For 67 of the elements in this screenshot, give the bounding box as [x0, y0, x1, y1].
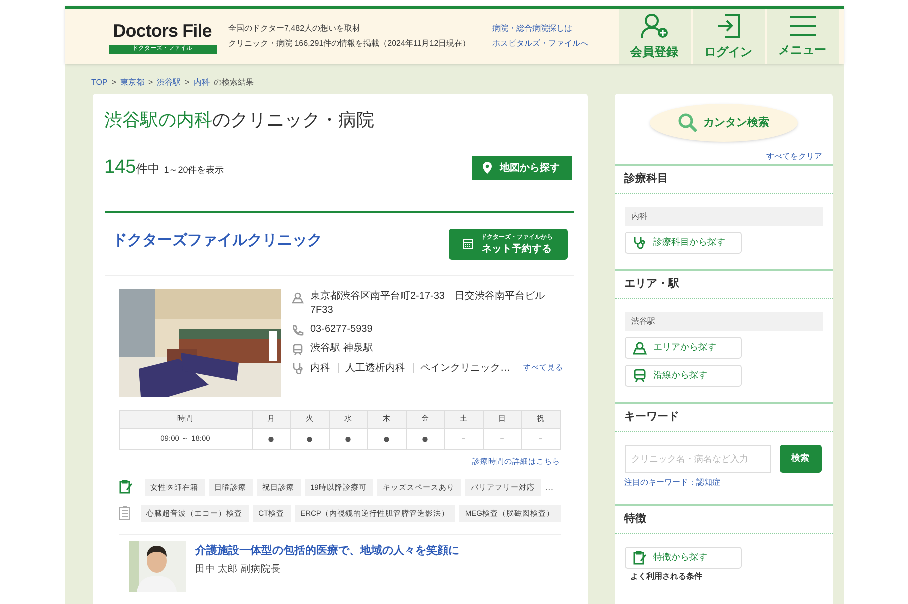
stethoscope-icon [292, 362, 304, 374]
keyword-field[interactable]: クリニック名・病名など入力 [624, 445, 770, 473]
breadcrumb-separator: > [185, 76, 190, 88]
section-title: 診療科目 [624, 172, 668, 188]
train-icon [632, 369, 646, 383]
selected-value-field[interactable]: 渋谷駅 [624, 312, 822, 331]
schedule-cell: ● [252, 428, 290, 449]
section-title: 特徴 [624, 512, 646, 528]
search-by-button[interactable]: 特徴から探す [624, 547, 742, 569]
count-unit: 件中 [136, 161, 160, 178]
breadcrumb-link[interactable]: TOP [92, 76, 108, 88]
clipboard-icon [632, 551, 646, 565]
clinic-info-text: 03-6277-5939 [310, 322, 374, 336]
map-search-button[interactable]: 地図から探す [472, 156, 572, 180]
section-title: エリア・駅 [624, 277, 680, 292]
nav-button[interactable]: 会員登録 [618, 9, 690, 64]
search-button[interactable]: 検索 [780, 445, 822, 473]
schedule-cell: ● [406, 428, 444, 449]
search-icon [678, 113, 698, 133]
common-conditions-label: よく利用される条件 [630, 572, 704, 582]
checklist-icon [118, 506, 130, 520]
schedule-cell: ● [329, 428, 368, 449]
clipboard-icon [118, 480, 132, 494]
section-title: キーワード [624, 410, 680, 426]
department-text: 人工透析内科 [346, 362, 406, 376]
stethoscope-icon [632, 236, 646, 250]
search-by-button[interactable]: 診療科目から探す [624, 232, 742, 254]
doctor-name: 田中 太郎 副病院長 [196, 563, 282, 578]
breadcrumb-link[interactable]: 内科 [194, 76, 210, 88]
breadcrumb-separator: > [148, 76, 154, 88]
reserve-label: ネット予約する [482, 244, 552, 255]
clinic-info-text: 東京都渋谷区南平台町2-17-33 日交渋谷南平台ビル7F33 [310, 290, 546, 318]
department-text: 内科 [310, 362, 330, 376]
hospital-link[interactable]: ホスピタルズ・ファイルへ [492, 38, 618, 50]
nav-button[interactable]: ログイン [692, 9, 764, 64]
search-by-button[interactable]: エリアから探す [624, 337, 742, 359]
quick-search-title: カンタン検索 [704, 116, 770, 131]
breadcrumb-link[interactable]: 渋谷駅 [157, 76, 182, 88]
interview-headline-link[interactable]: 介護施設一体型の包括的医療で、地域の人々を笑顔に [196, 542, 460, 560]
breadcrumb-link[interactable]: 東京都 [120, 76, 144, 88]
calendar-icon [463, 239, 473, 249]
hospital-link[interactable]: 病院・総合病院探しは [492, 23, 618, 35]
selected-value-field[interactable]: 内科 [624, 207, 822, 226]
tagline-text: クリニック・病院 166,291件の情報を掲載（2024年11月12日現在） [228, 38, 472, 50]
clinic-info-text: 渋谷駅 神泉駅 [310, 342, 374, 356]
schedule-cell: ● [368, 428, 406, 449]
breadcrumb-current: の検索結果 [214, 76, 254, 88]
schedule-cell: ● [290, 428, 329, 449]
featured-keyword-link[interactable]: 注目のキーワード：認知症 [624, 477, 822, 489]
breadcrumb-separator: > [112, 76, 116, 88]
menu-icon [788, 14, 816, 36]
more-features-text: … [544, 480, 554, 494]
train-icon [292, 344, 304, 356]
result-range: 1～20件を表示 [164, 164, 224, 177]
login-icon [716, 12, 742, 38]
department-text: ペインクリニック… [420, 362, 510, 376]
clear-all-link[interactable]: すべてをクリア [766, 151, 822, 163]
user-add-icon [640, 12, 670, 38]
clinic-name-link[interactable]: ドクターズファイルクリニック [112, 230, 322, 250]
tagline-text: 全国のドクター7,482人の想いを取材 [228, 23, 362, 35]
phone-icon [292, 324, 304, 336]
map-pin-icon [483, 162, 492, 174]
nav-button[interactable]: メニュー [766, 9, 838, 64]
search-by-button[interactable]: 沿線から探す [624, 365, 742, 387]
result-count: 145 [104, 156, 136, 180]
logo-text[interactable]: Doctors File [108, 20, 216, 42]
page-title: 渋谷駅の内科のクリニック・病院 [104, 109, 376, 132]
